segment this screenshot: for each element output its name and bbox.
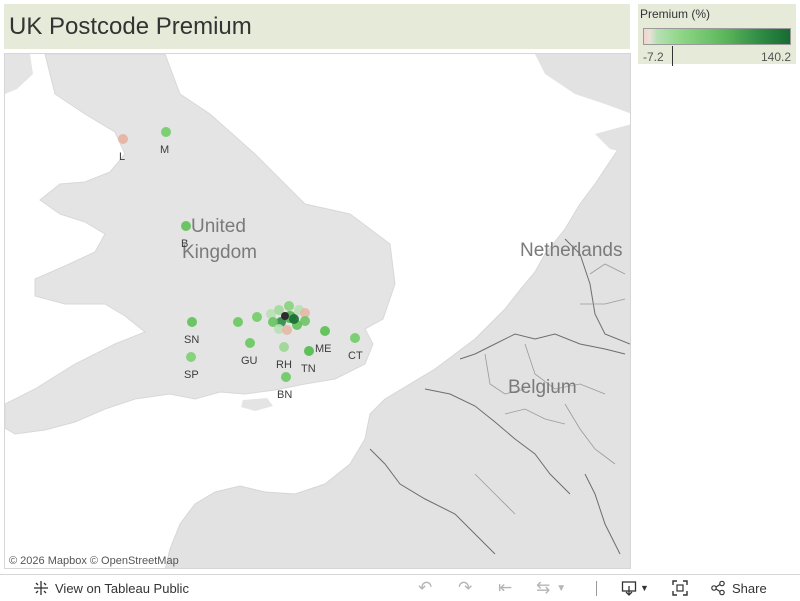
map-attribution[interactable]: © 2026 Mapbox © OpenStreetMap bbox=[9, 555, 179, 567]
dashboard-title-bar: UK Postcode Premium bbox=[4, 4, 630, 49]
revert-icon: ⇤ bbox=[498, 578, 513, 597]
postcode-label-sp: SP bbox=[184, 369, 199, 381]
postcode-label-rh: RH bbox=[276, 359, 292, 371]
postcode-label-l: L bbox=[119, 151, 125, 163]
download-dropdown-icon: ▼ bbox=[640, 583, 649, 593]
revert-button[interactable]: ⇤ bbox=[498, 575, 512, 601]
fullscreen-button[interactable] bbox=[672, 575, 688, 601]
tableau-logo-icon bbox=[33, 580, 49, 596]
refresh-dropdown-icon: ▼ bbox=[556, 582, 567, 594]
postcode-label-b: B bbox=[181, 238, 188, 250]
redo-button[interactable]: ↷ bbox=[458, 575, 472, 601]
postcode-point-b[interactable] bbox=[181, 221, 191, 231]
postcode-point-m[interactable] bbox=[161, 127, 171, 137]
share-button[interactable]: Share bbox=[710, 575, 767, 601]
postcode-point-me[interactable] bbox=[320, 326, 330, 336]
postcode-label-bn: BN bbox=[277, 389, 292, 401]
view-on-tableau-public-link[interactable]: View on Tableau Public bbox=[33, 575, 189, 601]
toolbar-separator bbox=[596, 581, 597, 596]
undo-button[interactable]: ↶ bbox=[418, 575, 432, 601]
postcode-point-ct[interactable] bbox=[350, 333, 360, 343]
postcode-point-w2[interactable] bbox=[252, 312, 262, 322]
country-label-belgium: Belgium bbox=[508, 377, 577, 398]
view-on-tableau-public-label: View on Tableau Public bbox=[55, 580, 189, 596]
country-label-uk-2: Kingdom bbox=[182, 242, 257, 263]
fullscreen-icon bbox=[672, 580, 688, 596]
postcode-label-gu: GU bbox=[241, 355, 258, 367]
postcode-point-rh[interactable] bbox=[279, 342, 289, 352]
postcode-point-l[interactable] bbox=[118, 134, 128, 144]
tableau-toolbar: View on Tableau Public ↶ ↷ ⇤ ⇆ ▼ ▼ Share bbox=[0, 574, 800, 600]
legend-min-label: -7.2 bbox=[643, 50, 664, 64]
postcode-point-sn[interactable] bbox=[187, 317, 197, 327]
country-label-netherlands: Netherlands bbox=[520, 240, 622, 261]
legend-title: Premium (%) bbox=[640, 7, 711, 21]
undo-icon: ↶ bbox=[418, 578, 433, 597]
postcode-point-w1[interactable] bbox=[233, 317, 243, 327]
postcode-point-sp[interactable] bbox=[186, 352, 196, 362]
share-icon bbox=[710, 580, 726, 596]
postcode-label-m: M bbox=[160, 144, 169, 156]
postcode-point-gu[interactable] bbox=[245, 338, 255, 348]
postcode-label-tn: TN bbox=[301, 363, 316, 375]
download-icon bbox=[621, 580, 637, 596]
premium-color-legend: Premium (%) -7.2 140.2 bbox=[638, 4, 796, 66]
refresh-icon: ⇆ bbox=[536, 578, 551, 597]
postcode-label-sn: SN bbox=[184, 334, 199, 346]
share-label: Share bbox=[732, 580, 767, 596]
legend-color-ramp bbox=[643, 28, 791, 45]
redo-icon: ↷ bbox=[458, 578, 473, 597]
postcode-point-tn[interactable] bbox=[304, 346, 314, 356]
postcode-label-ct: CT bbox=[348, 350, 363, 362]
map-view[interactable]: United Kingdom Netherlands Belgium L M B… bbox=[4, 53, 631, 569]
country-label-uk-1: United bbox=[191, 216, 246, 237]
legend-max-label: 140.2 bbox=[760, 50, 791, 64]
legend-zero-marker bbox=[672, 46, 673, 66]
map-canvas[interactable]: United Kingdom Netherlands Belgium L M B… bbox=[5, 54, 631, 569]
postcode-label-me: ME bbox=[315, 343, 332, 355]
refresh-button[interactable]: ⇆ ▼ bbox=[536, 575, 566, 601]
dashboard-title: UK Postcode Premium bbox=[9, 12, 252, 40]
postcode-point-bn[interactable] bbox=[281, 372, 291, 382]
download-button[interactable]: ▼ bbox=[621, 575, 649, 601]
